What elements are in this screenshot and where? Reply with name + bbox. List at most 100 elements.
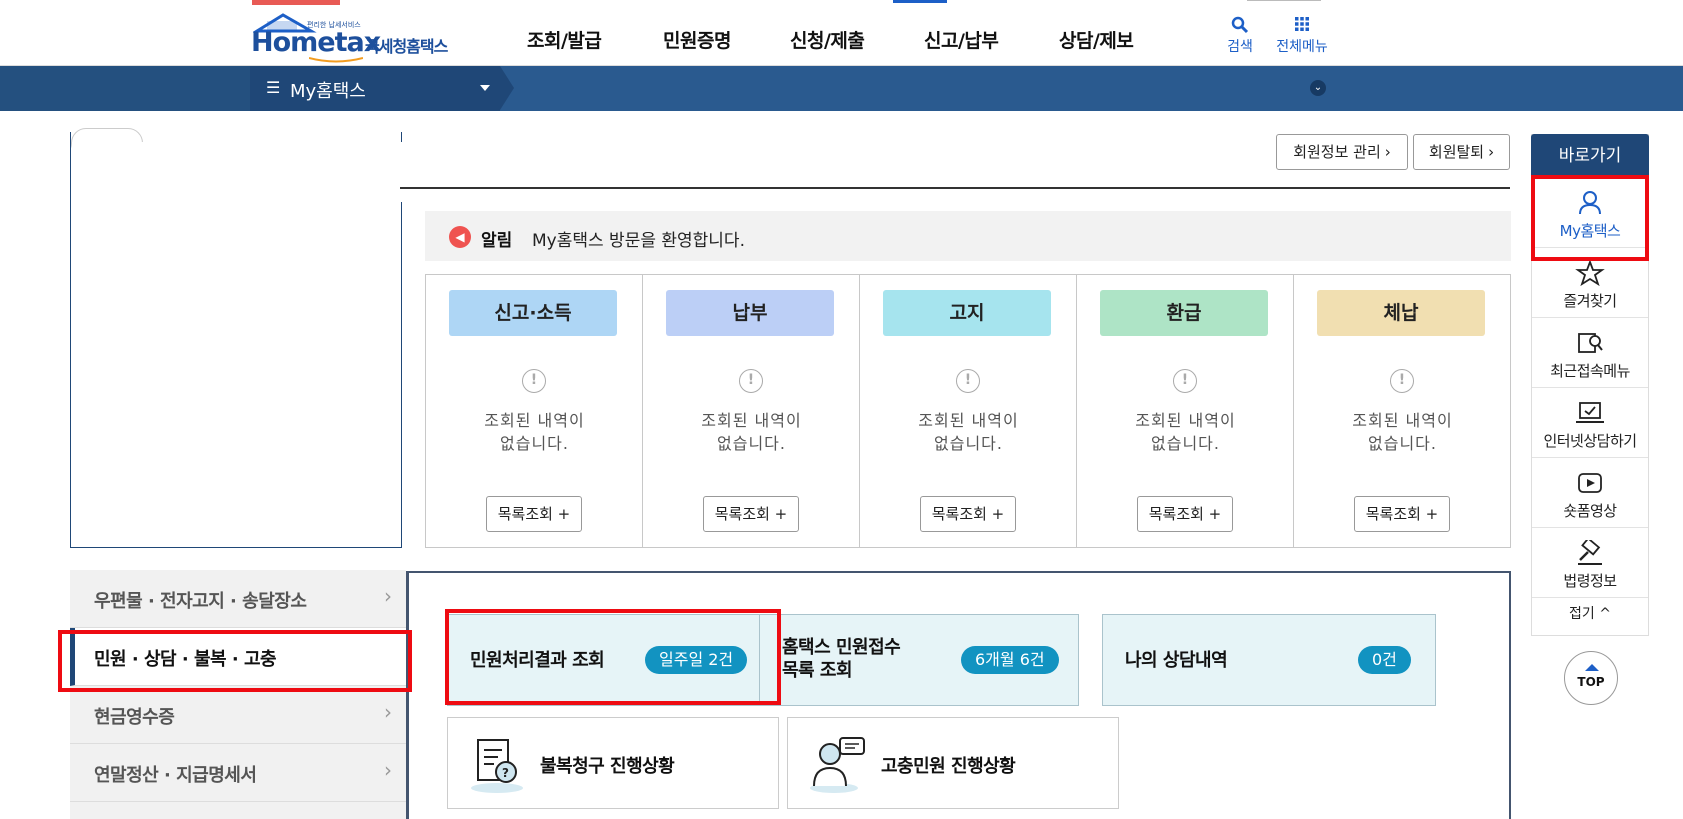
location-bar-left bbox=[0, 66, 250, 111]
highlight-my-hometax bbox=[1531, 175, 1649, 261]
chevron-right-icon: › bbox=[1488, 143, 1495, 161]
breadcrumb-chevron bbox=[500, 66, 514, 110]
search-label: 검색 bbox=[1227, 39, 1253, 55]
side-item-year-end[interactable]: 연말정산 · 지급명세서 › bbox=[70, 744, 406, 802]
search-icon bbox=[1210, 14, 1270, 36]
side-item-mail[interactable]: 우편물 · 전자고지 · 송달장소 › bbox=[70, 570, 406, 628]
all-menu-button[interactable]: 전체메뉴 bbox=[1272, 14, 1332, 56]
empty-message: 조회된 내역이 없습니다. bbox=[1135, 411, 1236, 453]
side-item-label: 우편물 · 전자고지 · 송달장소 bbox=[94, 591, 307, 612]
top-stripe-blue bbox=[893, 0, 947, 3]
chevron-down-circle-icon[interactable]: ⌄ bbox=[1310, 80, 1326, 96]
logo-wordmark: Hometax bbox=[251, 27, 381, 58]
search-button[interactable]: 검색 bbox=[1210, 14, 1270, 56]
quick-law-info[interactable]: 법령정보 bbox=[1532, 528, 1648, 598]
hamburger-icon: ☰ bbox=[266, 78, 281, 97]
category-filing-income: 신고·소득 ! 조회된 내역이 없습니다. 목록조회 + bbox=[426, 275, 643, 547]
gavel-icon bbox=[1578, 540, 1602, 565]
location-menu-dropdown[interactable]: ☰ My홈택스 bbox=[250, 66, 500, 111]
quick-menu-title: 바로가기 bbox=[1531, 134, 1649, 178]
nav-application[interactable]: 신청/제출 bbox=[790, 26, 865, 53]
all-menu-label: 전체메뉴 bbox=[1276, 39, 1328, 55]
nav-filing[interactable]: 신고/납부 bbox=[924, 26, 999, 53]
side-item-label: 현금영수증 bbox=[94, 707, 175, 728]
profile-box bbox=[70, 128, 406, 548]
notice-bar: ◀ 알림 My홈택스 방문을 환영합니다. bbox=[425, 211, 1511, 261]
side-menu: 우편물 · 전자고지 · 송달장소 › 민원 · 상담 · 불복 · 고충 현금… bbox=[70, 570, 406, 819]
highlight-civil-result bbox=[445, 609, 781, 705]
category-tag: 신고·소득 bbox=[449, 290, 617, 336]
exclamation-icon: ! bbox=[739, 369, 763, 393]
fold-button[interactable]: 접기 ^ bbox=[1532, 603, 1648, 623]
nav-certificate[interactable]: 민원증명 bbox=[663, 26, 731, 53]
grievance-status-card[interactable]: 고충민원 진행상황 bbox=[787, 717, 1119, 809]
summary-panel: 신고·소득 ! 조회된 내역이 없습니다. 목록조회 + 납부 ! 조회된 내역… bbox=[425, 274, 1511, 548]
withdraw-button[interactable]: 회원탈퇴 › bbox=[1413, 134, 1510, 170]
monitor-chat-icon bbox=[1576, 402, 1604, 423]
empty-message: 조회된 내역이 없습니다. bbox=[918, 411, 1019, 453]
quick-short-video[interactable]: 숏폼영상 bbox=[1532, 458, 1648, 528]
nav-inquiry[interactable]: 조회/발급 bbox=[527, 26, 602, 53]
quick-recent-menu[interactable]: 최근접속메뉴 bbox=[1532, 318, 1648, 388]
appeal-status-card[interactable]: ? 불복청구 진행상황 bbox=[447, 717, 779, 809]
nav-consult[interactable]: 상담/제보 bbox=[1059, 26, 1134, 53]
quick-item-label: 즐겨찾기 bbox=[1563, 292, 1617, 310]
category-arrears: 체납 ! 조회된 내역이 없습니다. 목록조회 + bbox=[1294, 275, 1511, 547]
notice-label: 알림 bbox=[481, 231, 513, 251]
top-stripe-red bbox=[252, 0, 340, 5]
empty-message: 조회된 내역이 없습니다. bbox=[1352, 411, 1453, 453]
star-icon bbox=[1575, 260, 1605, 286]
category-tag: 환급 bbox=[1100, 290, 1268, 336]
scroll-top-button[interactable]: TOP bbox=[1564, 651, 1618, 705]
grid-menu-icon bbox=[1272, 14, 1332, 36]
list-view-button[interactable]: 목록조회 + bbox=[486, 496, 582, 532]
exclamation-icon: ! bbox=[522, 369, 546, 393]
member-info-button[interactable]: 회원정보 관리 › bbox=[1276, 134, 1408, 170]
quick-online-consult[interactable]: 인터넷상담하기 bbox=[1532, 388, 1648, 458]
top-label: TOP bbox=[1577, 675, 1605, 689]
profile-redacted bbox=[72, 142, 406, 202]
count-badge: 6개월 6건 bbox=[961, 646, 1059, 674]
list-view-button[interactable]: 목록조회 + bbox=[1137, 496, 1233, 532]
empty-message: 조회된 내역이 없습니다. bbox=[701, 411, 802, 453]
quick-item-label: 최근접속메뉴 bbox=[1550, 362, 1630, 380]
category-refund: 환급 ! 조회된 내역이 없습니다. 목록조회 + bbox=[1077, 275, 1294, 547]
megaphone-icon: ◀ bbox=[449, 226, 471, 248]
chevron-right-icon: › bbox=[1384, 143, 1391, 161]
hometax-logo[interactable]: 편리한 납세서비스 Hometax 국세청홈택스 bbox=[249, 13, 461, 63]
category-payment: 납부 ! 조회된 내역이 없습니다. 목록조회 + bbox=[643, 275, 860, 547]
exclamation-icon: ! bbox=[956, 369, 980, 393]
side-item-label: 연말정산 · 지급명세서 bbox=[94, 765, 257, 786]
exclamation-icon: ! bbox=[1173, 369, 1197, 393]
person-chat-icon bbox=[810, 737, 865, 793]
arrow-up-icon bbox=[1585, 664, 1599, 671]
document-question-icon: ? bbox=[471, 739, 523, 793]
recent-search-icon bbox=[1578, 333, 1603, 353]
card-title-line2: 목록 조회 bbox=[782, 660, 853, 681]
top-stripe-gray bbox=[1247, 0, 1321, 1]
chevron-right-icon: › bbox=[384, 758, 392, 782]
my-consult-card[interactable]: 나의 상담내역 0건 bbox=[1102, 614, 1436, 706]
quick-item-label: 법령정보 bbox=[1563, 572, 1617, 590]
quick-item-label: 숏폼영상 bbox=[1563, 502, 1617, 520]
count-badge: 0건 bbox=[1358, 646, 1411, 674]
list-view-button[interactable]: 목록조회 + bbox=[703, 496, 799, 532]
side-item-cash-receipt[interactable]: 현금영수증 › bbox=[70, 686, 406, 744]
svg-text:?: ? bbox=[502, 766, 509, 780]
card-title: 나의 상담내역 bbox=[1125, 650, 1228, 671]
empty-message: 조회된 내역이 없습니다. bbox=[484, 411, 585, 453]
withdraw-label: 회원탈퇴 bbox=[1428, 143, 1485, 161]
category-tag: 고지 bbox=[883, 290, 1051, 336]
logo-subtitle: 국세청홈택스 bbox=[365, 37, 448, 56]
list-view-button[interactable]: 목록조회 + bbox=[1354, 496, 1450, 532]
quick-item-label: 인터넷상담하기 bbox=[1543, 432, 1637, 450]
category-notice: 고지 ! 조회된 내역이 없습니다. 목록조회 + bbox=[860, 275, 1077, 547]
category-tag: 체납 bbox=[1317, 290, 1485, 336]
location-menu-label: My홈택스 bbox=[290, 81, 366, 102]
hometax-receipt-card[interactable]: 홈택스 민원접수 목록 조회 6개월 6건 bbox=[759, 614, 1079, 706]
chevron-right-icon: › bbox=[384, 584, 392, 608]
play-icon bbox=[1578, 473, 1602, 493]
notice-message: My홈택스 방문을 환영합니다. bbox=[532, 231, 745, 251]
exclamation-icon: ! bbox=[1390, 369, 1414, 393]
list-view-button[interactable]: 목록조회 + bbox=[920, 496, 1016, 532]
